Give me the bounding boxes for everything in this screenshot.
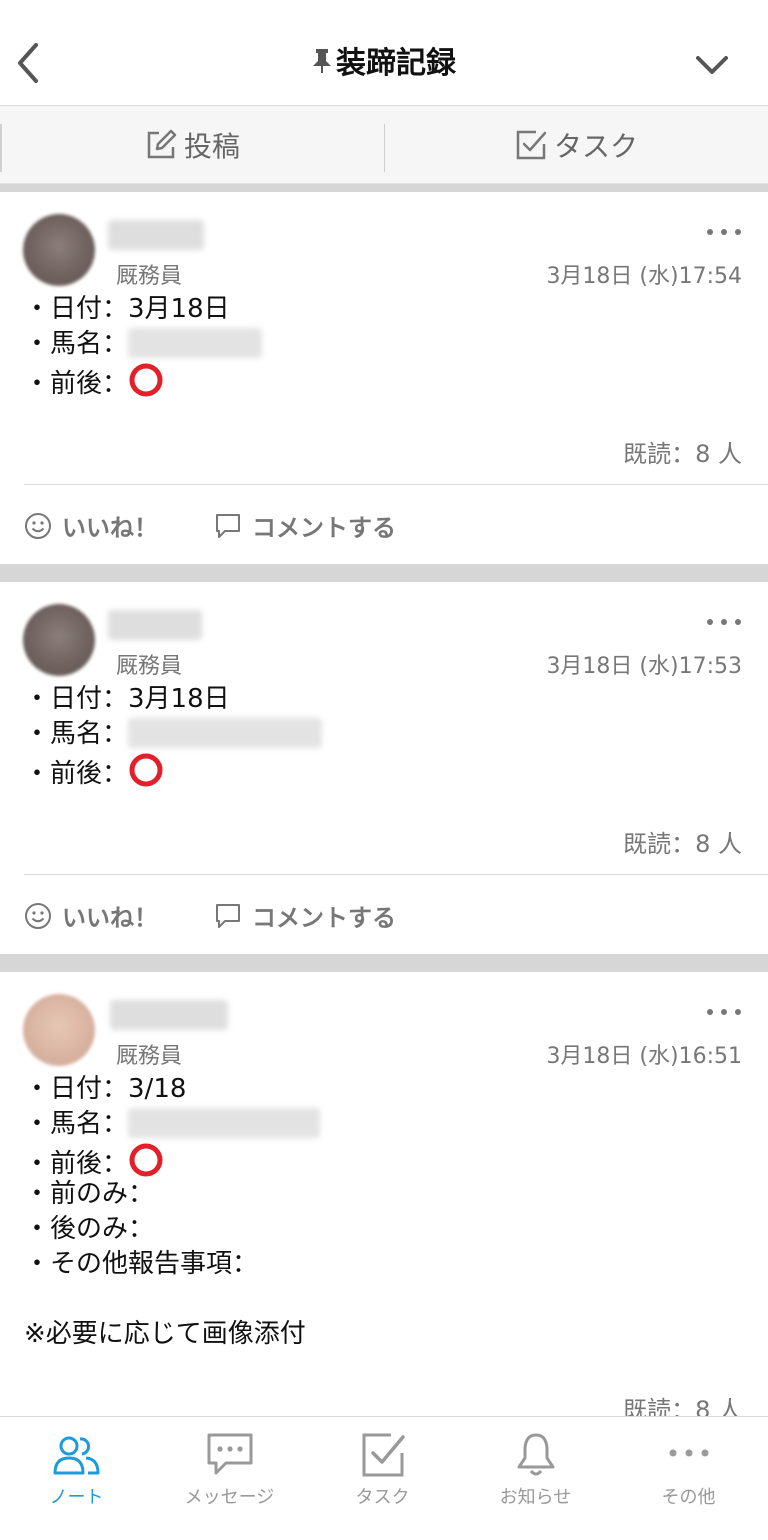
nav-label: タスク: [355, 1487, 410, 1508]
task-button-label: タスク: [553, 130, 638, 163]
bell-icon: [517, 1433, 554, 1476]
post-line-date: ・日付：3月18日: [24, 684, 230, 714]
compose-icon: [147, 129, 177, 159]
nav-label: ノート: [49, 1487, 104, 1508]
nav-label: メッセージ: [184, 1487, 275, 1508]
people-icon: [53, 1436, 99, 1475]
post-card: 厩務員 3月18日 (水)16:51 ・日付：3/18 ・馬名： ・前後： ・前…: [0, 972, 768, 1424]
avatar[interactable]: [23, 214, 95, 286]
more-dots-icon: [669, 1449, 708, 1457]
avatar[interactable]: [23, 604, 95, 676]
post-button-label: 投稿: [183, 130, 240, 163]
horse-name-redacted: [128, 328, 263, 358]
smiley-icon: [25, 512, 51, 539]
post-timestamp: 3月18日 (水)16:51: [546, 1044, 742, 1069]
post-line-front-rear: ・前後：: [24, 752, 322, 789]
nav-label: お知らせ: [499, 1487, 572, 1508]
post-line-front-only: ・前のみ：: [24, 1179, 155, 1209]
post-body: ・日付：3/18 ・馬名： ・前後： ・前のみ： ・後のみ： ・その他報告事項：…: [24, 1072, 321, 1352]
post-line-front-rear: ・前後：: [24, 362, 262, 399]
read-count[interactable]: 既読：8 人: [623, 434, 742, 469]
like-button[interactable]: いいね！: [24, 508, 158, 543]
red-circle-icon: [128, 362, 164, 408]
horse-name-redacted: [128, 1108, 321, 1138]
nav-item-message[interactable]: メッセージ: [153, 1417, 306, 1540]
post-divider: [24, 484, 768, 485]
read-count[interactable]: 既読：8 人: [623, 824, 742, 859]
pin-icon: [312, 45, 332, 85]
nav-label: その他: [661, 1487, 716, 1508]
nav-item-other[interactable]: その他: [612, 1417, 765, 1540]
author-name-redacted: [108, 610, 202, 640]
comment-bubble-icon: [216, 513, 240, 538]
more-options-button[interactable]: [706, 222, 742, 242]
more-options-button[interactable]: [706, 1002, 742, 1022]
comment-bubble-icon: [216, 903, 240, 928]
post-separator: [0, 564, 768, 582]
author-name-redacted: [108, 220, 204, 250]
post-line-date: ・日付：3月18日: [24, 294, 230, 324]
bottom-nav: ノート メッセージ タスク お知らせ その他: [0, 1416, 768, 1540]
post-line-horse: ・馬名：: [24, 1107, 321, 1142]
page-title: 装蹄記録: [0, 44, 768, 85]
post-note: ※必要に応じて画像添付: [24, 1319, 306, 1349]
post-body: ・日付：3月18日 ・馬名： ・前後：: [24, 292, 263, 399]
more-dots-icon: [707, 619, 741, 625]
like-button[interactable]: いいね！: [24, 898, 158, 933]
author-role: 厩務員: [116, 1044, 183, 1069]
post-timestamp: 3月18日 (水)17:53: [546, 654, 742, 679]
post-line-horse: ・馬名：: [24, 327, 263, 362]
section-divider: [0, 184, 768, 192]
post-line-other: ・その他報告事項：: [24, 1249, 259, 1279]
post-timestamp: 3月18日 (水)17:54: [546, 264, 742, 289]
more-dots-icon: [707, 1009, 741, 1015]
post-line-date: ・日付：3/18: [24, 1074, 187, 1104]
post-line-horse: ・馬名：: [24, 717, 323, 752]
comment-button[interactable]: コメントする: [214, 508, 396, 543]
post-card: 厩務員 3月18日 (水)17:54 ・日付：3月18日 ・馬名： ・前後： 既…: [0, 192, 768, 564]
author-role: 厩務員: [116, 264, 183, 289]
task-button[interactable]: タスク: [384, 106, 768, 184]
post-line-rear-only: ・後のみ：: [24, 1214, 155, 1244]
post-body: ・日付：3月18日 ・馬名： ・前後：: [24, 682, 323, 789]
dropdown-button[interactable]: [692, 46, 732, 86]
post-separator: [0, 954, 768, 972]
app-header: 装蹄記録: [0, 0, 768, 106]
action-bar: 投稿 タスク: [0, 106, 768, 184]
smiley-icon: [25, 902, 51, 929]
more-options-button[interactable]: [706, 612, 742, 632]
horse-name-redacted: [128, 718, 323, 748]
page: 装蹄記録 投稿 タスク 厩務員 3月18日 (水)17:54 ・日付：3月18日…: [0, 0, 768, 1540]
author-name-redacted: [110, 1000, 228, 1030]
chat-bubble-icon: [207, 1433, 252, 1475]
comment-label: コメントする: [252, 904, 396, 932]
post-line-blank: [24, 1282, 320, 1317]
avatar[interactable]: [23, 994, 95, 1066]
post-divider: [24, 874, 768, 875]
title-text: 装蹄記録: [336, 46, 456, 81]
comment-label: コメントする: [252, 514, 396, 542]
red-circle-icon: [128, 752, 164, 798]
like-label: いいね！: [62, 904, 158, 932]
chevron-down-icon: [696, 56, 728, 74]
task-check-icon: [362, 1433, 405, 1477]
comment-button[interactable]: コメントする: [214, 898, 396, 933]
nav-item-task[interactable]: タスク: [306, 1417, 459, 1540]
nav-item-notifications[interactable]: お知らせ: [459, 1417, 612, 1540]
post-card: 厩務員 3月18日 (水)17:53 ・日付：3月18日 ・馬名： ・前後： 既…: [0, 582, 768, 954]
author-role: 厩務員: [116, 654, 183, 679]
post-button[interactable]: 投稿: [0, 106, 384, 184]
more-dots-icon: [707, 229, 741, 235]
nav-item-note[interactable]: ノート: [0, 1417, 153, 1540]
like-label: いいね！: [62, 514, 158, 542]
post-line-front-rear: ・前後：: [24, 1142, 320, 1179]
checkbox-icon: [516, 130, 547, 160]
